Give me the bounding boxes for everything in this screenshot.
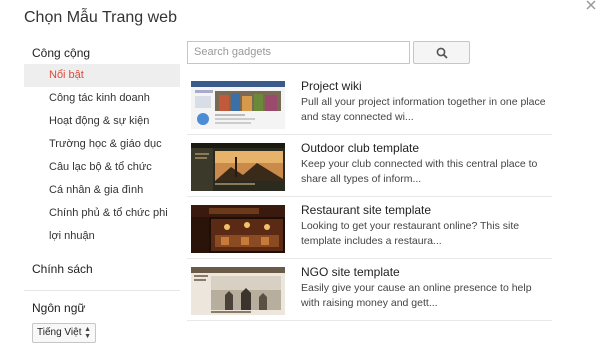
template-title: Restaurant site template (301, 203, 432, 217)
language-select[interactable]: Tiếng Việt ▲ ▼ (32, 323, 96, 343)
close-icon[interactable] (584, 0, 600, 14)
template-title: NGO site template (301, 265, 400, 279)
template-description: Keep your club connected with this centr… (301, 158, 538, 185)
sidebar-section-public[interactable]: Công cộng (24, 42, 180, 64)
sidebar-item-featured[interactable]: Nổi bật (24, 64, 180, 87)
sidebar-divider (24, 290, 180, 291)
template-list: Project wiki Pull all your project infor… (187, 73, 552, 321)
template-item-restaurant[interactable]: Restaurant site template Looking to get … (187, 197, 552, 259)
outdoor-club-thumbnail (191, 143, 285, 191)
template-title: Project wiki (301, 79, 362, 93)
ngo-thumbnail (191, 267, 285, 315)
language-select-value: Tiếng Việt (37, 327, 82, 338)
select-arrows-icon: ▲ ▼ (84, 326, 91, 340)
sidebar-item-activities-events[interactable]: Hoạt động & sự kiện (24, 110, 180, 133)
template-title: Outdoor club template (301, 141, 420, 155)
sidebar-item-schools-education[interactable]: Trường học & giáo dục (24, 133, 180, 156)
template-item-ngo[interactable]: NGO site template Easily give your cause… (187, 259, 552, 321)
search-button[interactable] (413, 41, 470, 64)
sidebar-item-government-nonprofit[interactable]: Chính phủ & tổ chức phi lợi nhuận (24, 202, 180, 248)
sidebar-item-personal-family[interactable]: Cá nhân & gia đình (24, 179, 180, 202)
template-description: Pull all your project information togeth… (301, 96, 546, 123)
search-icon (436, 47, 448, 59)
template-item-outdoor-club[interactable]: Outdoor club template Keep your club con… (187, 135, 552, 197)
project-wiki-thumbnail (191, 81, 285, 129)
sidebar-item-clubs-organizations[interactable]: Câu lạc bộ & tổ chức (24, 156, 180, 179)
template-item-project-wiki[interactable]: Project wiki Pull all your project infor… (187, 73, 552, 135)
template-description: Easily give your cause an online presenc… (301, 282, 532, 309)
sidebar: Công cộng Nổi bật Công tác kinh doanh Ho… (24, 40, 180, 343)
language-label: Ngôn ngữ (32, 301, 86, 315)
sidebar-policy[interactable]: Chính sách (24, 258, 180, 280)
dialog-title: Chọn Mẫu Trang web (24, 9, 177, 26)
restaurant-thumbnail (191, 205, 285, 253)
sidebar-item-business[interactable]: Công tác kinh doanh (24, 87, 180, 110)
template-description: Looking to get your restaurant online? T… (301, 220, 520, 247)
search-input[interactable]: Search gadgets (187, 41, 410, 64)
